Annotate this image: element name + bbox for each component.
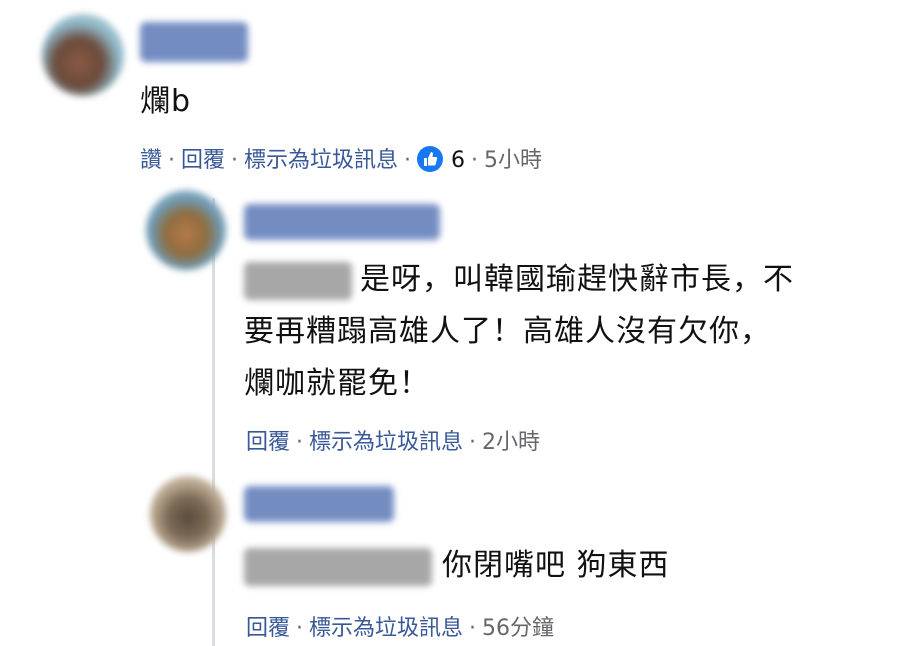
comment-actions: 讚 · 回覆 · 標示為垃圾訊息 · 6 · 5小時 — [140, 142, 542, 174]
separator: · — [404, 148, 412, 173]
comment-text: 爛b — [140, 84, 192, 119]
reply-button[interactable]: 回覆 — [246, 430, 290, 455]
separator: · — [296, 616, 304, 641]
comment-actions: 回覆 · 標示為垃圾訊息 · 2小時 — [246, 424, 540, 456]
separator: · — [296, 430, 304, 455]
like-button[interactable]: 讚 — [140, 148, 162, 173]
mark-spam-button[interactable]: 標示為垃圾訊息 — [309, 616, 463, 641]
like-count[interactable]: 6 — [451, 148, 465, 173]
mark-spam-button[interactable]: 標示為垃圾訊息 — [309, 430, 463, 455]
thumbs-up-icon[interactable] — [417, 146, 444, 172]
avatar[interactable] — [150, 476, 226, 552]
mark-spam-button[interactable]: 標示為垃圾訊息 — [244, 148, 398, 173]
mention-tag[interactable] — [244, 548, 432, 586]
avatar[interactable] — [42, 14, 124, 96]
reply-button[interactable]: 回覆 — [246, 616, 290, 641]
comment-text-line-2: 要再糟蹋高雄人了！高雄人沒有欠你， — [244, 314, 771, 349]
author-name[interactable] — [140, 22, 248, 62]
separator: · — [469, 616, 477, 641]
author-name[interactable] — [244, 204, 440, 240]
timestamp[interactable]: 5小時 — [484, 148, 542, 173]
separator: · — [469, 430, 477, 455]
separator: · — [231, 148, 239, 173]
avatar[interactable] — [146, 190, 226, 270]
separator: · — [168, 148, 176, 173]
timestamp[interactable]: 56分鐘 — [482, 616, 554, 641]
reply-button[interactable]: 回覆 — [181, 148, 225, 173]
comment-text-line-1: 是呀，叫韓國瑜趕快辭市長，不 — [360, 262, 794, 297]
author-name[interactable] — [244, 486, 394, 522]
separator: · — [471, 148, 479, 173]
comment-text: 你閉嘴吧 狗東西 — [442, 548, 670, 583]
mention-tag[interactable] — [244, 262, 352, 300]
reply-thread-line — [212, 198, 215, 646]
comment-text-line-3: 爛咖就罷免！ — [244, 366, 430, 401]
comment-actions: 回覆 · 標示為垃圾訊息 · 56分鐘 — [246, 610, 554, 642]
timestamp[interactable]: 2小時 — [482, 430, 540, 455]
